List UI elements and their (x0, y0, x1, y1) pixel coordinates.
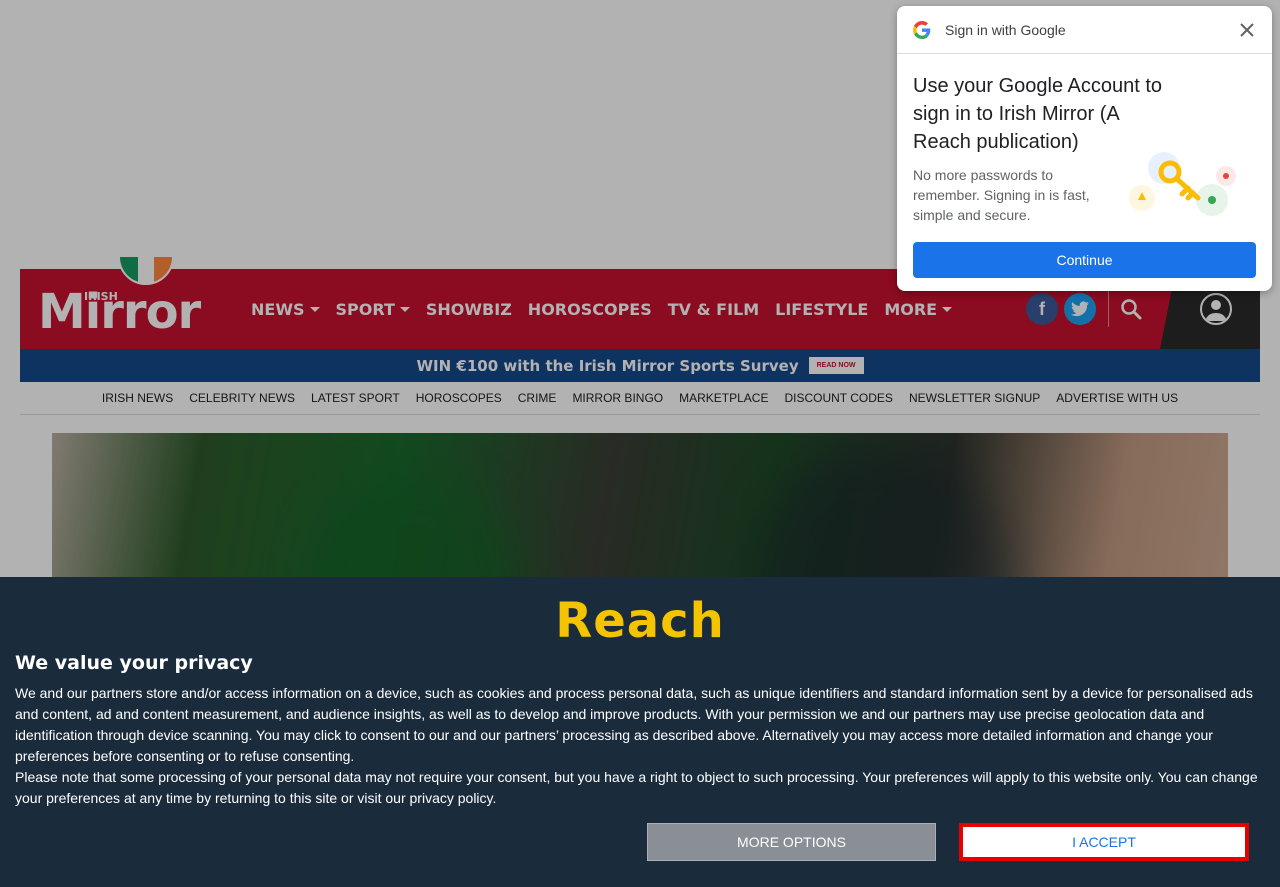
google-signin-header-text: Sign in with Google (945, 22, 1066, 38)
accept-button[interactable]: I ACCEPT (959, 823, 1249, 861)
reach-logo: Reach (555, 593, 725, 649)
consent-paragraph: We and our partners store and/or access … (15, 685, 1253, 764)
close-icon[interactable] (1235, 18, 1259, 42)
google-signin-description: No more passwords to remember. Signing i… (913, 167, 1090, 223)
more-options-button[interactable]: MORE OPTIONS (647, 823, 936, 861)
google-signin-popup: Sign in with Google Use your Google Acco… (897, 6, 1272, 291)
google-logo-icon (913, 21, 931, 44)
consent-paragraph: Please note that some processing of your… (15, 769, 1258, 806)
google-continue-button[interactable]: Continue (913, 242, 1256, 278)
google-signin-header: Sign in with Google (897, 6, 1272, 54)
key-illustration-icon (1129, 152, 1236, 216)
cookie-consent-banner: Reach We value your privacy We and our p… (0, 577, 1280, 887)
consent-title: We value your privacy (15, 652, 253, 674)
